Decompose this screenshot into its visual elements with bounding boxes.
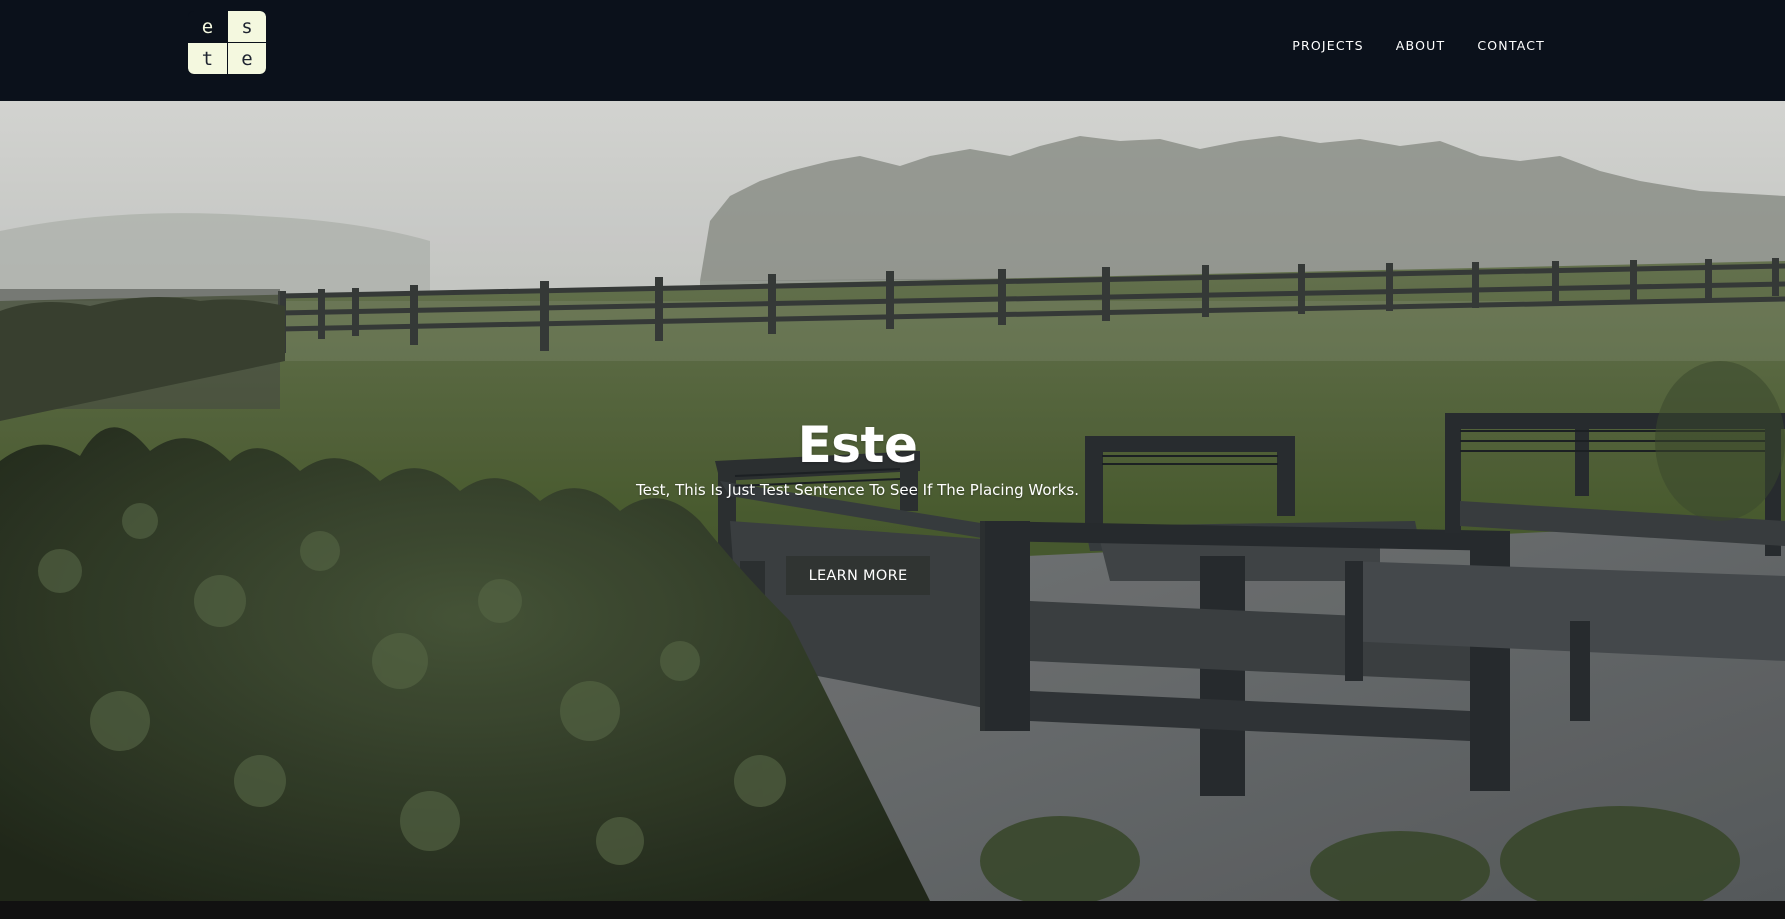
- nav-link-about[interactable]: ABOUT: [1396, 38, 1446, 53]
- page-bottom-strip: [0, 901, 1785, 919]
- hero-title: Este: [797, 416, 918, 474]
- logo-letter-2: s: [227, 11, 266, 42]
- nav-link-contact[interactable]: CONTACT: [1477, 38, 1545, 53]
- site-logo[interactable]: e s t e: [188, 11, 266, 74]
- nav-link-projects[interactable]: PROJECTS: [1292, 38, 1364, 53]
- hero-content: Este Test, This Is Just Test Sentence To…: [0, 101, 1785, 901]
- logo-letter-4: e: [227, 42, 266, 74]
- learn-more-button[interactable]: LEARN MORE: [786, 556, 930, 595]
- logo-letter-1: e: [188, 11, 227, 42]
- logo-letter-3: t: [188, 42, 227, 74]
- main-nav: PROJECTS ABOUT CONTACT: [1292, 38, 1545, 53]
- hero-section: Este Test, This Is Just Test Sentence To…: [0, 101, 1785, 901]
- site-header: e s t e PROJECTS ABOUT CONTACT: [0, 0, 1785, 101]
- hero-subtitle: Test, This Is Just Test Sentence To See …: [636, 481, 1079, 499]
